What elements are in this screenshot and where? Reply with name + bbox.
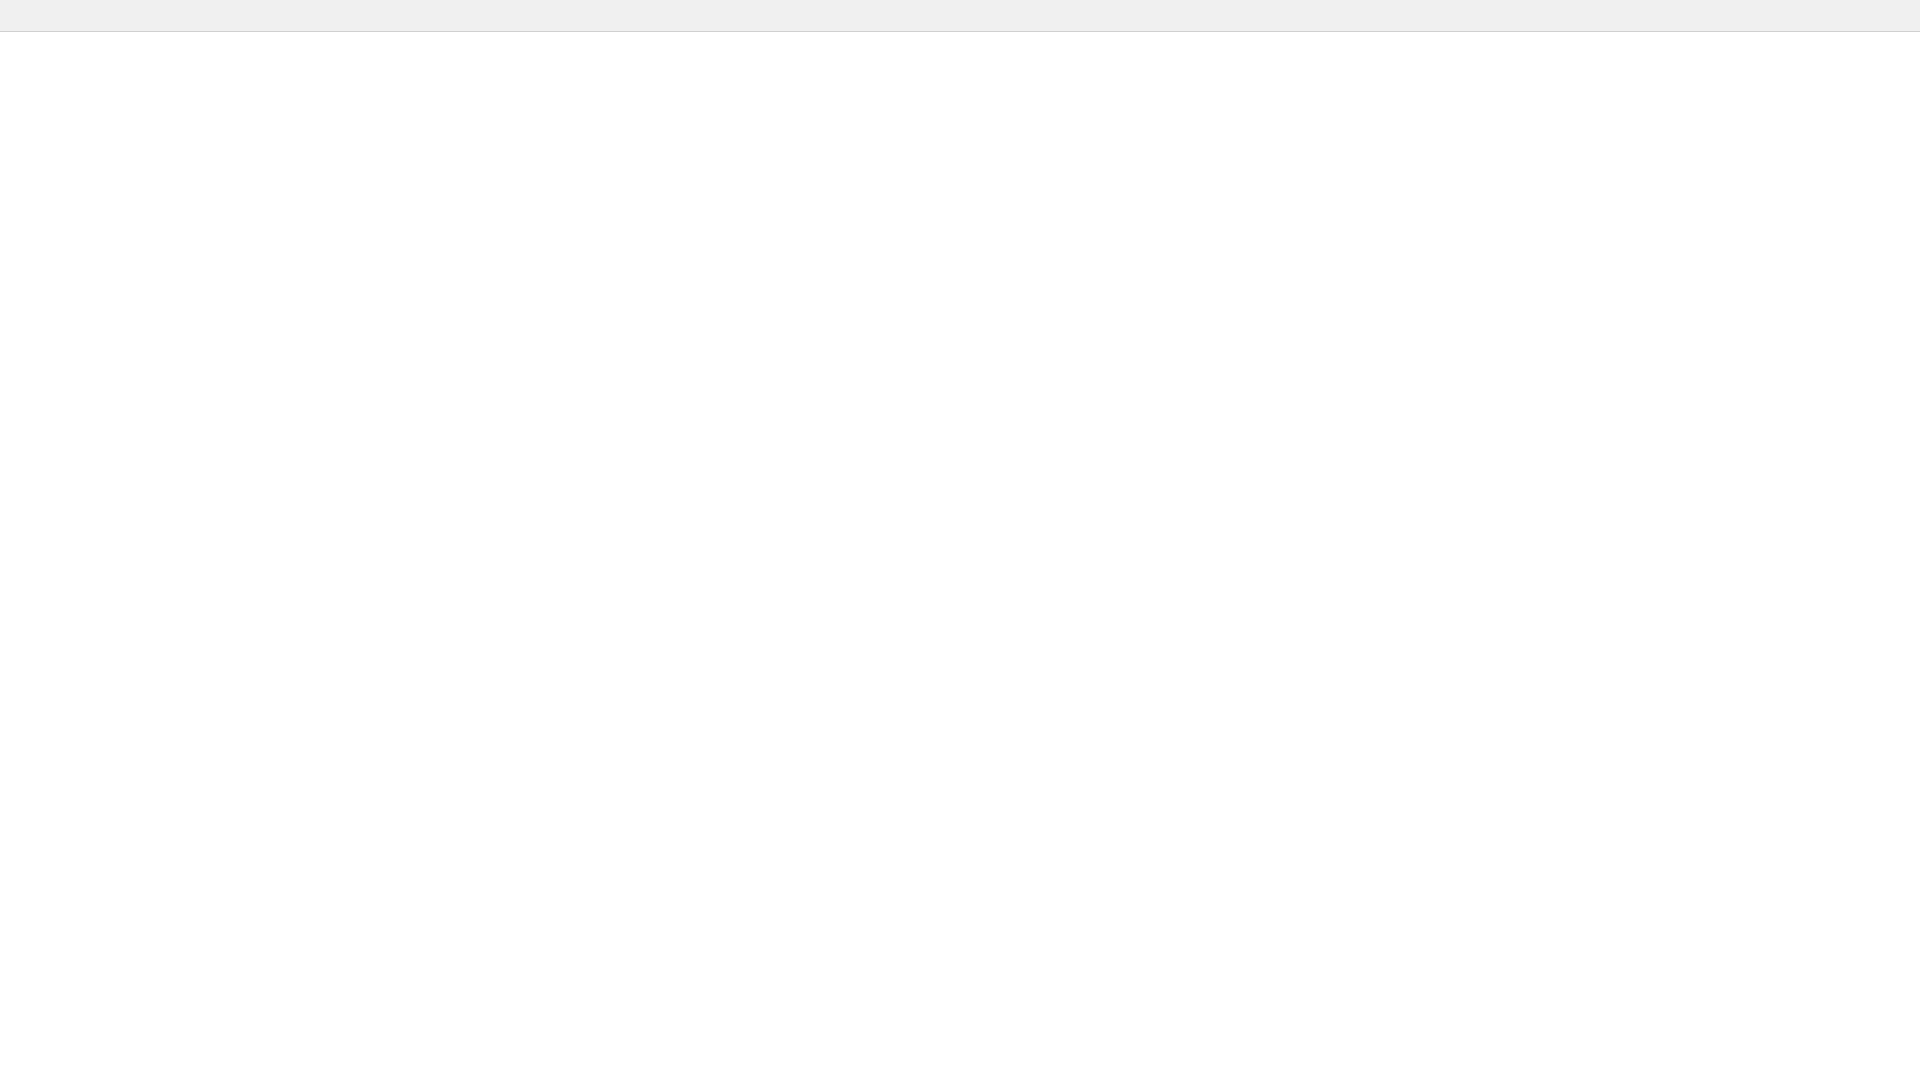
- window-title-bar: [0, 0, 1920, 32]
- screen: [0, 0, 1920, 1080]
- window-content: [0, 32, 1920, 1080]
